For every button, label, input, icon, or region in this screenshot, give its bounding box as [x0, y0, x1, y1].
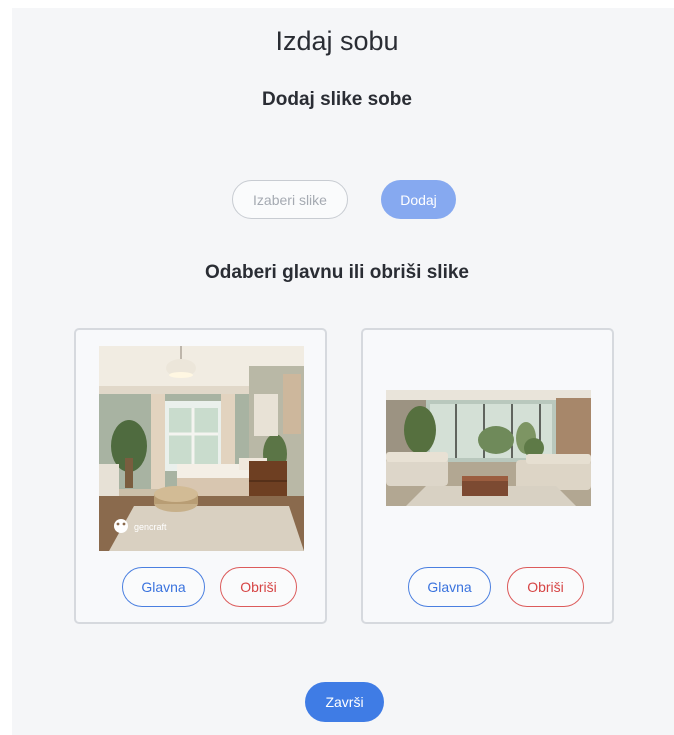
watermark-text: gencraft [134, 522, 167, 532]
room-image-bedroom: gencraft [99, 346, 304, 551]
add-images-button[interactable]: Dodaj [381, 180, 456, 219]
set-main-button[interactable]: Glavna [408, 567, 491, 607]
finish-button[interactable]: Završi [305, 682, 384, 722]
page-title: Izdaj sobu [275, 26, 399, 56]
delete-image-button[interactable]: Obriši [507, 567, 584, 607]
delete-image-button[interactable]: Obriši [220, 567, 297, 607]
choose-images-button[interactable]: Izaberi slike [232, 180, 348, 219]
image-card: Glavna Obriši [361, 328, 614, 624]
room-image-living-room [386, 390, 591, 506]
page-subtitle: Dodaj slike sobe [262, 89, 412, 110]
set-main-button[interactable]: Glavna [122, 567, 205, 607]
image-card: gencraft Glavna Obriši [74, 328, 327, 624]
section-title: Odaberi glavnu ili obriši slike [205, 262, 469, 283]
